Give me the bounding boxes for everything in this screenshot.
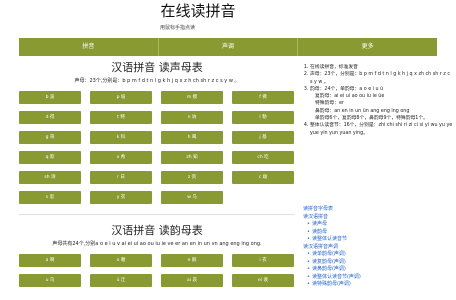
site-subtitle: 用鼠标手指点读 xyxy=(160,25,196,31)
link-read-tones[interactable]: 读汉语拼音声调 xyxy=(303,244,453,252)
link-item: 读韵母 xyxy=(307,229,453,237)
pinyin-button[interactable]: x 希 xyxy=(90,151,152,164)
pinyin-button[interactable]: s 思 xyxy=(19,191,81,204)
side-info: 在线读拼音，标准发音声母：23个，分别是：b p m f d t n l g k… xyxy=(303,64,453,137)
side-info-subtext: 单韵母6个，复韵母8个，鼻韵母9个，特殊韵母1个。 xyxy=(315,116,428,122)
main-content: 汉语拼音 读声母表 声母：23个,分别是：b p m f d t n l g k… xyxy=(19,60,295,287)
nav-link[interactable]: 读复韵母(声调) xyxy=(312,259,346,267)
nav-link[interactable]: 读鼻韵母(声调) xyxy=(312,266,346,274)
side-info-subtext: 鼻韵母：an en in un ün ang eng ing ong xyxy=(315,108,410,114)
pinyin-button[interactable]: b 波 xyxy=(19,91,81,104)
pinyin-button[interactable]: m 摸 xyxy=(161,91,223,104)
nav-link[interactable]: 读特殊韵母(声调) xyxy=(312,281,351,289)
nav-tones[interactable]: 声调 xyxy=(159,38,299,56)
links-group1: 读声母读韵母读整体认读音节 xyxy=(303,221,453,244)
pinyin-button[interactable]: ch 吃 xyxy=(232,151,294,164)
side-info-subtext: 复韵母：ai ei ui ao ou iu ie üe xyxy=(315,94,385,100)
link-item: 读鼻韵母(声调) xyxy=(307,266,453,274)
link-alphabet[interactable]: 读拼音字母表 xyxy=(303,206,453,214)
nav-pinyin[interactable]: 拼音 xyxy=(19,38,159,56)
vowel-grid: a 啊 o 喔 e 鹅 i 衣 u 乌 ü 迂 ai 哀 ei 诶 xyxy=(19,254,295,287)
pinyin-button[interactable]: ai 哀 xyxy=(161,274,223,287)
pinyin-button[interactable]: o 喔 xyxy=(90,254,152,267)
pinyin-button[interactable]: n 讷 xyxy=(161,111,223,124)
pinyin-button[interactable]: zh 知 xyxy=(161,151,223,164)
pinyin-button[interactable]: j 基 xyxy=(232,131,294,144)
side-links: 读拼音字母表 读汉语拼音 读声母读韵母读整体认读音节 读汉语拼音声调 读单韵母(… xyxy=(303,206,453,289)
pinyin-button[interactable]: g 哥 xyxy=(19,131,81,144)
site-title: 在线读拼音 xyxy=(160,2,236,20)
pinyin-button[interactable]: r 日 xyxy=(90,171,152,184)
pinyin-button[interactable]: sh 诗 xyxy=(19,171,81,184)
pinyin-button[interactable]: w 乌 xyxy=(161,191,223,204)
nav-more[interactable]: 更多 xyxy=(298,38,437,56)
links-group2: 读单韵母(声调)读复韵母(声调)读鼻韵母(声调)读整体认读音节(声调)读特殊韵母… xyxy=(303,251,453,289)
vowels-desc: 声母共有24个,分别a o e i u v ai ei ui ao ou iu … xyxy=(52,241,262,247)
side-info-text: 整体认读音节：16个，分别是：zhi chi shi ri zi ci si y… xyxy=(310,123,453,136)
pinyin-button[interactable]: i 衣 xyxy=(232,254,294,267)
pinyin-button[interactable]: a 啊 xyxy=(19,254,81,267)
nav-link[interactable]: 读韵母 xyxy=(312,229,327,237)
main-nav: 拼音 声调 更多 xyxy=(19,38,437,56)
pinyin-button[interactable]: e 鹅 xyxy=(161,254,223,267)
link-item: 读整体认读音节 xyxy=(307,236,453,244)
pinyin-button[interactable]: p 坡 xyxy=(90,91,152,104)
pinyin-button[interactable]: d 得 xyxy=(19,111,81,124)
side-info-list: 在线读拼音，标准发音声母：23个，分别是：b p m f d t n l g k… xyxy=(303,64,453,137)
pinyin-button[interactable]: t 特 xyxy=(90,111,152,124)
pinyin-button[interactable]: q 欺 xyxy=(19,151,81,164)
vowels-title: 汉语拼音 读韵母表 xyxy=(111,224,203,237)
link-item: 读特殊韵母(声调) xyxy=(307,281,453,289)
side-info-text: 韵母：24个，单韵母：a o e i u ü xyxy=(310,86,384,92)
pinyin-button[interactable]: f 佛 xyxy=(232,91,294,104)
nav-link[interactable]: 读单韵母(声调) xyxy=(312,251,346,259)
link-read-pinyin[interactable]: 读汉语拼音 xyxy=(303,214,453,222)
link-item: 读整体认读音节(声调) xyxy=(307,274,453,282)
consonants-title: 汉语拼音 读声母表 xyxy=(111,61,203,74)
section-divider xyxy=(19,214,295,215)
pinyin-button[interactable]: k 科 xyxy=(90,131,152,144)
side-info-text: 在线读拼音，标准发音 xyxy=(310,65,358,70)
pinyin-button[interactable]: u 乌 xyxy=(19,274,81,287)
nav-link[interactable]: 读声母 xyxy=(312,221,327,229)
side-info-subtext: 特殊韵母：er xyxy=(315,101,344,107)
side-info-item: 韵母：24个，单韵母：a o e i u ü 复韵母：ai ei ui ao ou… xyxy=(310,86,453,122)
link-item: 读复韵母(声调) xyxy=(307,259,453,267)
pinyin-button[interactable]: h 喝 xyxy=(161,131,223,144)
pinyin-button[interactable]: ü 迂 xyxy=(90,274,152,287)
consonants-desc: 声母：23个,分别是：b p m f d t n l g k h j q x z… xyxy=(74,78,240,84)
nav-link[interactable]: 读整体认读音节 xyxy=(312,236,347,244)
pinyin-button[interactable]: z 资 xyxy=(161,171,223,184)
side-info-text: 声母：23个，分别是：b p m f d t n l g k h j q x z… xyxy=(310,72,450,85)
side-info-item: 整体认读音节：16个，分别是：zhi chi shi ri zi ci si y… xyxy=(310,122,453,137)
pinyin-button[interactable]: c 雌 xyxy=(232,171,294,184)
pinyin-button[interactable]: l 勒 xyxy=(232,111,294,124)
link-item: 读单韵母(声调) xyxy=(307,251,453,259)
pinyin-button[interactable]: ei 诶 xyxy=(232,274,294,287)
nav-link[interactable]: 读整体认读音节(声调) xyxy=(312,274,361,282)
side-info-item: 在线读拼音，标准发音 xyxy=(310,64,453,71)
consonant-grid: b 波 p 坡 m 摸 f 佛 d 得 t 特 n 讷 l 勒 g 哥 k 科 h 喝 j 基 q 欺 x… xyxy=(19,91,295,204)
pinyin-button[interactable]: y 衣 xyxy=(90,191,152,204)
link-item: 读声母 xyxy=(307,221,453,229)
side-info-item: 声母：23个，分别是：b p m f d t n l g k h j q x z… xyxy=(310,71,453,86)
